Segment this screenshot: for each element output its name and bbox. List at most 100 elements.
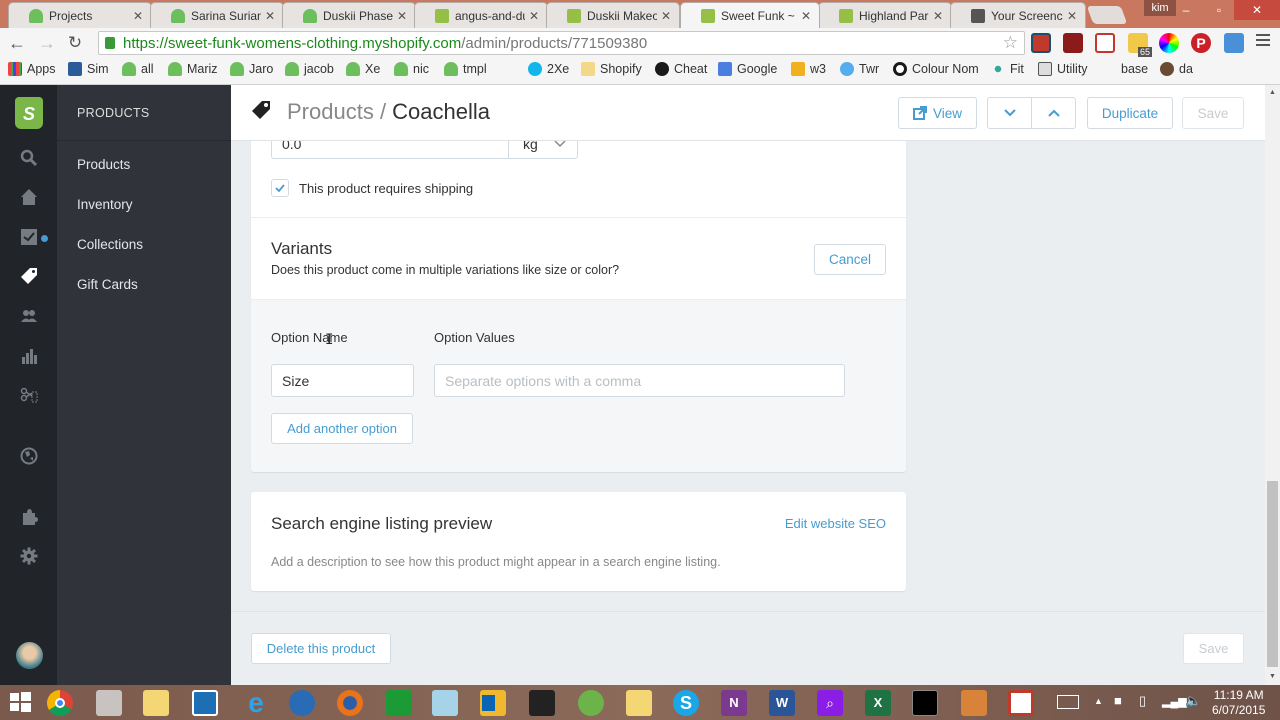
scrollbar-thumb[interactable] bbox=[1267, 481, 1278, 667]
lenovo-icon[interactable] bbox=[192, 690, 218, 716]
search-icon[interactable] bbox=[18, 149, 40, 171]
close-tab-icon[interactable]: ✕ bbox=[529, 9, 539, 23]
browser-tab[interactable]: Sarina Suriano ✕ bbox=[150, 2, 284, 28]
address-bar[interactable]: https://sweet-funk-womens-clothing.mysho… bbox=[98, 31, 1025, 55]
firefox-icon[interactable] bbox=[337, 690, 363, 716]
snipping-tool-icon[interactable] bbox=[96, 690, 122, 716]
extension-with-badge-icon[interactable]: 65 bbox=[1128, 33, 1152, 57]
bookmark-item[interactable]: nic bbox=[394, 62, 429, 76]
browser-tab[interactable]: Projects ✕ bbox=[8, 2, 152, 28]
shopify-logo[interactable]: S bbox=[15, 97, 43, 129]
duplicate-button[interactable]: Duplicate bbox=[1087, 97, 1173, 129]
network-signal-icon[interactable]: ▂▄▆ bbox=[1162, 695, 1187, 708]
browser-tab[interactable]: angus-and-duc ✕ bbox=[414, 2, 548, 28]
subnav-item-gift-cards[interactable]: Gift Cards bbox=[57, 265, 231, 305]
browser-tab[interactable]: Your Screencas ✕ bbox=[950, 2, 1086, 28]
scroll-down-arrow[interactable]: ▼ bbox=[1269, 673, 1276, 680]
bookmark-item[interactable]: jacob bbox=[285, 62, 334, 76]
close-tab-icon[interactable]: ✕ bbox=[1067, 9, 1077, 23]
close-window-button[interactable]: ✕ bbox=[1234, 0, 1280, 20]
movie-maker-icon[interactable] bbox=[961, 690, 987, 716]
new-tab-button[interactable] bbox=[1086, 6, 1128, 24]
bookmark-item[interactable]: Google bbox=[718, 62, 777, 76]
volume-icon[interactable]: 🔈 bbox=[1185, 693, 1201, 709]
notepad-icon[interactable] bbox=[432, 690, 458, 716]
browser-tab-active[interactable]: Sweet Funk ~ F ✕ bbox=[680, 2, 820, 28]
show-hidden-icons-arrow[interactable]: ▲ bbox=[1094, 696, 1103, 706]
browser-tab[interactable]: Duskii Phase 2 ✕ bbox=[282, 2, 416, 28]
subnav-item-inventory[interactable]: Inventory bbox=[57, 185, 231, 225]
timer-extension-icon[interactable] bbox=[1095, 33, 1115, 53]
windows-start-icon[interactable] bbox=[8, 690, 34, 716]
word-icon[interactable]: W bbox=[769, 690, 795, 716]
chrome-taskbar-icon[interactable] bbox=[47, 690, 73, 716]
skype-icon[interactable]: S bbox=[673, 690, 699, 716]
orders-icon[interactable] bbox=[18, 228, 40, 250]
reports-icon[interactable] bbox=[18, 347, 40, 369]
back-button[interactable]: ← bbox=[6, 32, 28, 54]
option-values-input[interactable]: Separate options with a comma bbox=[434, 364, 845, 397]
option-name-input[interactable]: Size bbox=[271, 364, 414, 397]
minimize-button[interactable]: – bbox=[1172, 0, 1200, 20]
fitbit-icon[interactable] bbox=[529, 690, 555, 716]
cancel-variants-button[interactable]: Cancel bbox=[814, 244, 886, 275]
bookmark-item[interactable]: tmpl bbox=[444, 62, 487, 76]
search-app-icon[interactable]: ⌕ bbox=[817, 690, 843, 716]
windows-store-icon[interactable] bbox=[386, 690, 412, 716]
next-product-button[interactable] bbox=[987, 97, 1032, 129]
close-tab-icon[interactable]: ✕ bbox=[397, 9, 407, 23]
edit-website-seo-link[interactable]: Edit website SEO bbox=[785, 516, 886, 531]
windows-action-icon[interactable]: ■ bbox=[1114, 693, 1122, 708]
subnav-item-collections[interactable]: Collections bbox=[57, 225, 231, 265]
close-tab-icon[interactable]: ✕ bbox=[933, 9, 943, 23]
keyboard-icon[interactable] bbox=[1057, 695, 1079, 709]
reload-button[interactable]: ↻ bbox=[64, 32, 86, 54]
extension-icon[interactable] bbox=[1224, 33, 1244, 53]
page-scrollbar[interactable]: ▲ ▼ bbox=[1265, 85, 1280, 685]
bookmark-item[interactable]: all bbox=[122, 62, 154, 76]
apps-puzzle-icon[interactable] bbox=[18, 508, 40, 530]
bookmark-item[interactable]: Twr bbox=[840, 62, 879, 76]
bookmark-item[interactable]: Fit bbox=[991, 62, 1024, 76]
pinterest-icon[interactable]: P bbox=[1191, 33, 1211, 53]
bookmark-item[interactable]: Xe bbox=[346, 62, 380, 76]
sticky-notes-icon[interactable] bbox=[626, 690, 652, 716]
delete-product-button[interactable]: Delete this product bbox=[251, 633, 391, 664]
bookmark-apps[interactable]: Apps bbox=[8, 62, 56, 76]
close-tab-icon[interactable]: ✕ bbox=[801, 9, 811, 23]
discounts-icon[interactable] bbox=[18, 386, 40, 408]
outlook-icon[interactable] bbox=[480, 690, 506, 716]
file-explorer-icon[interactable] bbox=[143, 690, 169, 716]
messenger-icon[interactable] bbox=[578, 690, 604, 716]
close-tab-icon[interactable]: ✕ bbox=[661, 9, 671, 23]
browser-tab[interactable]: Duskii Makeov ✕ bbox=[546, 2, 680, 28]
bookmark-item[interactable]: w3 bbox=[791, 62, 826, 76]
previous-product-button[interactable] bbox=[1031, 97, 1076, 129]
bookmark-item[interactable]: Sim bbox=[68, 62, 109, 76]
extension-icon[interactable] bbox=[1031, 33, 1051, 53]
bookmark-item[interactable]: Colour Nom bbox=[893, 62, 979, 76]
add-another-option-button[interactable]: Add another option bbox=[271, 413, 413, 444]
film-extension-icon[interactable] bbox=[1063, 33, 1083, 53]
system-clock[interactable]: 11:19 AM 6/07/2015 bbox=[1212, 688, 1265, 718]
scroll-up-arrow[interactable]: ▲ bbox=[1269, 89, 1276, 96]
battery-icon[interactable]: ▯ bbox=[1139, 693, 1146, 709]
bookmark-folder[interactable]: Shopify bbox=[581, 62, 642, 76]
timer-app-icon[interactable] bbox=[1008, 690, 1034, 716]
customers-icon[interactable] bbox=[18, 307, 40, 329]
bookmark-item[interactable]: Mariz bbox=[168, 62, 218, 76]
maximize-button[interactable]: ▫ bbox=[1205, 0, 1233, 20]
forward-button[interactable]: → bbox=[36, 32, 58, 54]
bookmark-star-icon[interactable]: ☆ bbox=[1003, 33, 1018, 53]
settings-gear-icon[interactable] bbox=[18, 547, 40, 569]
bookmark-item[interactable]: 2Xe bbox=[528, 62, 569, 76]
browser-tab[interactable]: Highland Park ✕ bbox=[818, 2, 952, 28]
subnav-item-products[interactable]: Products bbox=[57, 145, 231, 185]
user-avatar[interactable] bbox=[16, 642, 43, 669]
camera-icon[interactable] bbox=[289, 690, 315, 716]
tag-icon[interactable] bbox=[18, 267, 40, 289]
bookmark-item[interactable]: Jaro bbox=[230, 62, 273, 76]
bookmark-item[interactable]: Utility bbox=[1038, 62, 1088, 76]
save-button-footer[interactable]: Save bbox=[1183, 633, 1244, 664]
close-tab-icon[interactable]: ✕ bbox=[265, 9, 275, 23]
